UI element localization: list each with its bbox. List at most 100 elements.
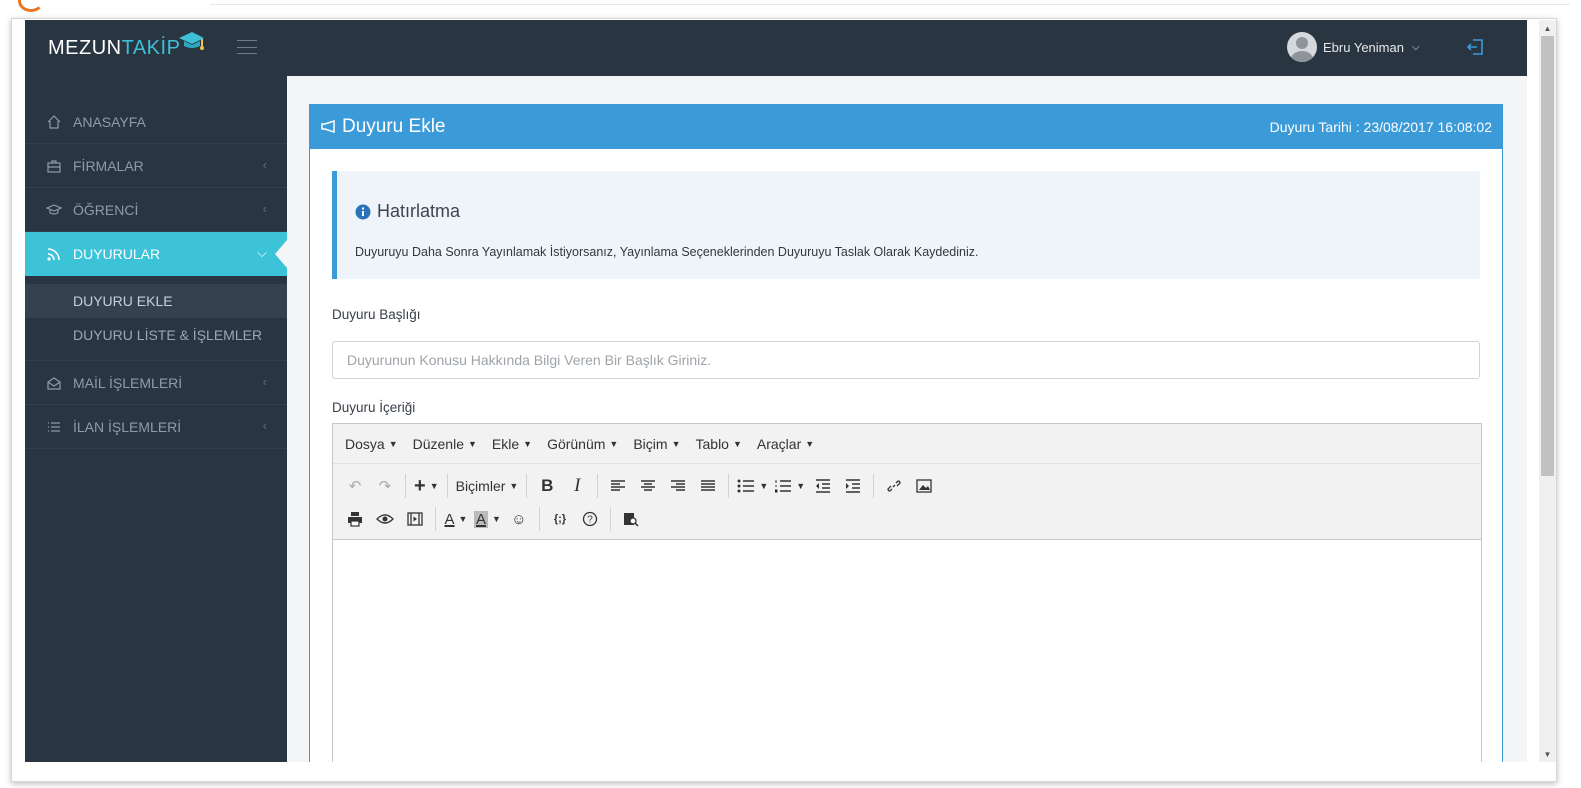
rss-icon: [45, 245, 63, 263]
top-divider: [210, 4, 1570, 5]
preview-eye-icon[interactable]: [373, 504, 397, 534]
menu-table[interactable]: Tablo ▼: [696, 436, 742, 452]
sidebar-item-announcements[interactable]: DUYURULAR ⌵: [25, 232, 287, 276]
caret-down-icon: ▼: [796, 481, 806, 491]
menu-view[interactable]: Görünüm ▼: [547, 436, 618, 452]
vertical-scrollbar[interactable]: ▲ ▼: [1539, 20, 1556, 762]
caret-down-icon: ▼: [671, 438, 681, 449]
menu-label: Ekle: [491, 435, 520, 452]
title-field-label: Duyuru Başlığı: [332, 307, 421, 322]
background-color-button[interactable]: A ▼: [474, 504, 501, 534]
graduation-cap-icon: [45, 201, 63, 219]
hamburger-menu-icon[interactable]: [237, 40, 257, 54]
bg-color-label: A: [474, 510, 489, 528]
menu-insert[interactable]: Ekle ▼: [492, 436, 532, 452]
editor-menubar: Dosya ▼ Düzenle ▼ Ekle ▼ Görünüm ▼ Biçim ▼ Ta…: [333, 424, 1481, 464]
text-color-button[interactable]: A ▼: [444, 504, 468, 534]
indent-icon[interactable]: [841, 471, 865, 501]
sidebar: ANASAYFA FİRMALAR ‹ ÖĞRENCİ ‹ DUYURULAR …: [25, 76, 287, 762]
envelope-icon: [45, 374, 63, 392]
link-icon[interactable]: [882, 471, 906, 501]
menu-format[interactable]: Biçim ▼: [633, 436, 680, 452]
toolbar-row-1: ↶ ↷ + ▼ Biçimler ▼ B I ▼ ▼: [343, 471, 942, 501]
chevron-left-icon: ‹: [262, 418, 267, 433]
menu-label: Görünüm: [547, 435, 606, 452]
align-center-icon[interactable]: [636, 471, 660, 501]
editor-toolbar: ↶ ↷ + ▼ Biçimler ▼ B I ▼ ▼ A ▼ A ▼ ☺ {;}…: [333, 464, 1481, 540]
sidebar-item-label: FİRMALAR: [73, 157, 144, 174]
announcements-submenu: DUYURU EKLE DUYURU LİSTE & İŞLEMLER: [25, 276, 287, 361]
toolbar-separator: [538, 507, 540, 531]
scroll-up-icon[interactable]: ▲: [1539, 20, 1556, 36]
menu-edit[interactable]: Düzenle ▼: [413, 436, 477, 452]
emoticon-icon[interactable]: ☺: [507, 504, 531, 534]
sidebar-item-companies[interactable]: FİRMALAR ‹: [25, 144, 287, 188]
editor-content-area[interactable]: [333, 540, 1481, 760]
align-justify-icon[interactable]: [696, 471, 720, 501]
caret-down-icon: ▼: [429, 481, 439, 491]
sidebar-item-label: MAİL İŞLEMLERİ: [73, 374, 183, 391]
graduation-cap-icon: [179, 32, 204, 50]
app-root: MEZUNTAKİP Ebru Yeniman ⌵ ANASAYFA FİRMA…: [25, 20, 1527, 762]
menu-label: Dosya: [345, 435, 385, 452]
logout-icon[interactable]: [1465, 36, 1487, 58]
chevron-down-icon: ⌵: [1411, 41, 1420, 53]
bold-button[interactable]: B: [535, 471, 559, 501]
submenu-item-announcement-list[interactable]: DUYURU LİSTE & İŞLEMLER: [25, 318, 287, 352]
menu-tools[interactable]: Araçlar ▼: [757, 436, 814, 452]
caret-down-icon: ▼: [492, 514, 501, 524]
alert-text: Duyuruyu Daha Sonra Yayınlamak İstiyorsa…: [355, 245, 979, 259]
bullet-list-icon[interactable]: ▼: [737, 471, 768, 501]
undo-icon[interactable]: ↶: [343, 471, 367, 501]
text-color-label: A: [444, 510, 455, 528]
submenu-item-add-announcement[interactable]: DUYURU EKLE: [25, 284, 287, 318]
sidebar-item-mail[interactable]: MAİL İŞLEMLERİ ‹: [25, 361, 287, 405]
sidebar-item-students[interactable]: ÖĞRENCİ ‹: [25, 188, 287, 232]
insert-plus-icon[interactable]: + ▼: [414, 471, 439, 501]
scroll-down-icon[interactable]: ▼: [1539, 746, 1556, 762]
outdent-icon[interactable]: [811, 471, 835, 501]
toolbar-separator: [405, 474, 406, 498]
code-sample-button[interactable]: {;}: [548, 504, 572, 534]
media-icon[interactable]: [403, 504, 427, 534]
image-icon[interactable]: [912, 471, 936, 501]
formats-dropdown[interactable]: Biçimler ▼: [456, 471, 519, 501]
toolbar-separator: [728, 474, 730, 498]
toolbar-separator: [609, 507, 611, 531]
caret-down-icon: ▼: [523, 438, 533, 449]
chevron-down-icon: ⌵: [257, 245, 267, 260]
caret-down-icon: ▼: [805, 438, 815, 449]
sidebar-item-label: DUYURULAR: [73, 246, 161, 262]
sidebar-item-label: ÖĞRENCİ: [73, 201, 139, 218]
menu-file[interactable]: Dosya ▼: [345, 436, 398, 452]
align-right-icon[interactable]: [666, 471, 690, 501]
content-field-label: Duyuru İçeriği: [332, 400, 416, 415]
sidebar-item-listings[interactable]: İLAN İŞLEMLERİ ‹: [25, 405, 287, 449]
redo-icon[interactable]: ↷: [373, 471, 397, 501]
browser-window: MEZUNTAKİP Ebru Yeniman ⌵ ANASAYFA FİRMA…: [11, 18, 1557, 782]
numbered-list-icon[interactable]: ▼: [774, 471, 805, 501]
scroll-thumb[interactable]: [1541, 36, 1554, 476]
sidebar-item-home[interactable]: ANASAYFA: [25, 100, 287, 144]
announcement-date: Duyuru Tarihi : 23/08/2017 16:08:02: [1269, 119, 1492, 135]
user-menu[interactable]: Ebru Yeniman ⌵: [1287, 32, 1420, 62]
align-left-icon[interactable]: [606, 471, 630, 501]
alert-title-text: Hatırlatma: [377, 201, 461, 221]
help-icon[interactable]: ?: [578, 504, 602, 534]
announcement-title-input[interactable]: [332, 341, 1480, 379]
brand-logo[interactable]: MEZUNTAKİP: [48, 37, 180, 60]
brand-accent: TAKİP: [121, 37, 181, 59]
caret-down-icon: ▼: [732, 438, 742, 449]
info-icon: [355, 204, 371, 219]
chevron-left-icon: ‹: [262, 374, 267, 389]
brand-main: MEZUN: [48, 37, 122, 59]
print-icon[interactable]: [343, 504, 367, 534]
italic-button[interactable]: I: [565, 471, 589, 501]
menu-label: Düzenle: [412, 435, 464, 452]
top-navbar: MEZUNTAKİP Ebru Yeniman ⌵: [25, 20, 1527, 76]
alert-title: Hatırlatma: [355, 201, 460, 222]
caret-down-icon: ▼: [609, 438, 619, 449]
announcement-panel: Duyuru Ekle Duyuru Tarihi : 23/08/2017 1…: [309, 104, 1503, 762]
search-replace-icon[interactable]: [619, 504, 643, 534]
caret-down-icon: ▼: [509, 481, 519, 491]
